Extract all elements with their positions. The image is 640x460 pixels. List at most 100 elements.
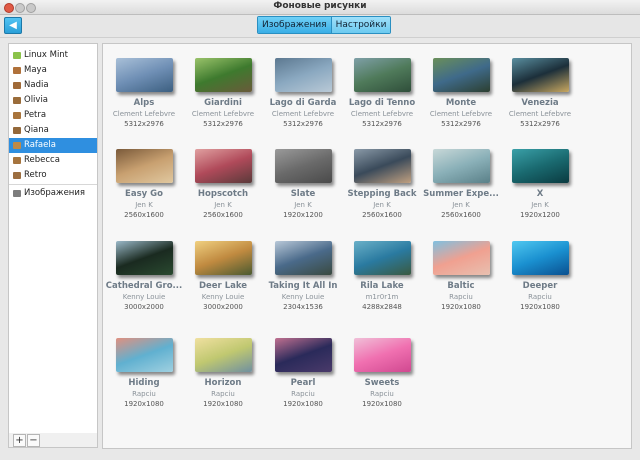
wallpaper-tile[interactable]: Monte Clement Lefebvre 5312x2976 [422, 58, 500, 148]
wallpaper-tile[interactable]: Venezia Clement Lefebvre 5312x2976 [501, 58, 579, 148]
wallpaper-thumbnail[interactable] [354, 241, 411, 275]
folder-image-icon [13, 67, 21, 74]
wallpaper-author: Kenny Louie [281, 293, 325, 301]
wallpaper-tile[interactable]: X Jen K 1920x1200 [501, 149, 579, 239]
wallpaper-tile[interactable]: Summer Expe... Jen K 2560x1600 [422, 149, 500, 239]
wallpaper-author: Jen K [531, 201, 549, 209]
wallpaper-thumbnail[interactable] [116, 241, 173, 275]
sidebar-item-linux-mint[interactable]: Linux Mint [9, 48, 97, 63]
wallpaper-tile[interactable]: Horizon Rapciu 1920x1080 [184, 338, 262, 428]
wallpaper-thumbnail[interactable] [433, 149, 490, 183]
wallpaper-tile[interactable]: Lago di Garda Clement Lefebvre 5312x2976 [264, 58, 342, 148]
sidebar-item-rebecca[interactable]: Rebecca [9, 153, 97, 168]
wallpaper-author: Clement Lefebvre [191, 110, 255, 118]
wallpaper-tile[interactable]: Pearl Rapciu 1920x1080 [264, 338, 342, 428]
wallpaper-name: Deer Lake [198, 281, 248, 291]
wallpaper-thumbnail[interactable] [275, 149, 332, 183]
wallpaper-thumbnail[interactable] [116, 149, 173, 183]
sidebar-item-retro[interactable]: Retro [9, 168, 97, 183]
sidebar-item-rafaela[interactable]: Rafaela [9, 138, 97, 153]
sidebar-item-label: Retro [24, 170, 47, 180]
wallpaper-thumbnail[interactable] [275, 58, 332, 92]
add-folder-button[interactable]: + [13, 434, 26, 447]
wallpaper-thumbnail[interactable] [433, 58, 490, 92]
wallpaper-thumbnail[interactable] [512, 58, 569, 92]
wallpaper-name: Lago di Tenno [348, 98, 416, 108]
sidebar-item-olivia[interactable]: Olivia [9, 93, 97, 108]
back-button[interactable]: ◀ [4, 17, 22, 34]
wallpaper-tile[interactable]: Giardini Clement Lefebvre 5312x2976 [184, 58, 262, 148]
wallpaper-resolution: 1920x1080 [520, 303, 560, 311]
sidebar-item-изображения[interactable]: Изображения [9, 186, 97, 201]
wallpaper-author: Jen K [135, 201, 153, 209]
wallpaper-thumbnail[interactable] [195, 58, 252, 92]
wallpaper-resolution: 5312x2976 [520, 120, 560, 128]
sidebar-item-qiana[interactable]: Qiana [9, 123, 97, 138]
wallpaper-name: Stepping Back [347, 189, 417, 199]
wallpaper-thumbnail[interactable] [195, 241, 252, 275]
wallpaper-resolution: 1920x1080 [283, 400, 323, 408]
sidebar-item-label: Rebecca [24, 155, 60, 165]
tab-images[interactable]: Изображения [258, 17, 331, 33]
wallpaper-resolution: 5312x2976 [124, 120, 164, 128]
wallpaper-thumbnail[interactable] [354, 149, 411, 183]
sidebar-item-label: Linux Mint [24, 50, 69, 60]
wallpaper-tile[interactable]: Hiding Rapciu 1920x1080 [105, 338, 183, 428]
wallpaper-tile[interactable]: Alps Clement Lefebvre 5312x2976 [105, 58, 183, 148]
wallpaper-tile[interactable]: Deeper Rapciu 1920x1080 [501, 241, 579, 331]
sidebar-item-petra[interactable]: Petra [9, 108, 97, 123]
wallpaper-tile[interactable]: Hopscotch Jen K 2560x1600 [184, 149, 262, 239]
wallpaper-tile[interactable]: Rila Lake m1r0r1m 4288x2848 [343, 241, 421, 331]
wallpaper-author: Clement Lefebvre [112, 110, 176, 118]
wallpaper-name: Deeper [522, 281, 558, 291]
wallpaper-tile[interactable]: Taking It All In Kenny Louie 2304x1536 [264, 241, 342, 331]
wallpaper-thumbnail[interactable] [275, 241, 332, 275]
tab-settings[interactable]: Настройки [330, 17, 391, 33]
wallpaper-tile[interactable]: Sweets Rapciu 1920x1080 [343, 338, 421, 428]
wallpaper-resolution: 1920x1200 [283, 211, 323, 219]
wallpaper-tile[interactable]: Deer Lake Kenny Louie 3000x2000 [184, 241, 262, 331]
wallpaper-tile[interactable]: Stepping Back Jen K 2560x1600 [343, 149, 421, 239]
collection-sidebar: Linux Mint Maya Nadia Olivia Petra Qiana Rafae… [8, 43, 98, 434]
remove-folder-button[interactable]: − [27, 434, 40, 447]
wallpaper-thumbnail[interactable] [354, 58, 411, 92]
wallpaper-author: Rapciu [211, 390, 235, 398]
wallpaper-thumbnail[interactable] [354, 338, 411, 372]
wallpaper-thumbnail[interactable] [195, 149, 252, 183]
wallpaper-name: Slate [290, 189, 316, 199]
wallpaper-tile[interactable]: Baltic Rapciu 1920x1080 [422, 241, 500, 331]
wallpaper-resolution: 1920x1080 [362, 400, 402, 408]
wallpaper-author: Rapciu [291, 390, 315, 398]
wallpaper-author: Jen K [373, 201, 391, 209]
sidebar-item-label: Nadia [24, 80, 49, 90]
wallpaper-author: Rapciu [528, 293, 552, 301]
wallpaper-tile[interactable]: Easy Go Jen K 2560x1600 [105, 149, 183, 239]
wallpaper-name: Venezia [521, 98, 559, 108]
wallpaper-thumbnail[interactable] [116, 58, 173, 92]
wallpaper-author: Kenny Louie [201, 293, 245, 301]
wallpaper-name: Horizon [204, 378, 242, 388]
wallpaper-author: Clement Lefebvre [350, 110, 414, 118]
wallpaper-thumbnail[interactable] [195, 338, 252, 372]
sidebar-item-label: Qiana [24, 125, 49, 135]
wallpaper-resolution: 5312x2976 [441, 120, 481, 128]
wallpaper-grid: Alps Clement Lefebvre 5312x2976 Giardini Cle… [102, 43, 632, 449]
arrow-left-icon: ◀ [9, 20, 17, 31]
wallpaper-author: Jen K [452, 201, 470, 209]
wallpaper-tile[interactable]: Slate Jen K 1920x1200 [264, 149, 342, 239]
wallpaper-thumbnail[interactable] [433, 241, 490, 275]
wallpaper-tile[interactable]: Cathedral Gro... Kenny Louie 3000x2000 [105, 241, 183, 331]
sidebar-item-nadia[interactable]: Nadia [9, 78, 97, 93]
sidebar-item-maya[interactable]: Maya [9, 63, 97, 78]
wallpaper-thumbnail[interactable] [512, 149, 569, 183]
window-title: Фоновые рисунки [273, 1, 367, 11]
wallpaper-author: Kenny Louie [122, 293, 166, 301]
wallpaper-thumbnail[interactable] [116, 338, 173, 372]
wallpaper-thumbnail[interactable] [512, 241, 569, 275]
wallpaper-name: Sweets [364, 378, 400, 388]
wallpaper-author: m1r0r1m [365, 293, 399, 301]
wallpaper-resolution: 1920x1080 [441, 303, 481, 311]
wallpaper-tile[interactable]: Lago di Tenno Clement Lefebvre 5312x2976 [343, 58, 421, 148]
title-bar[interactable]: Фоновые рисунки [0, 0, 640, 15]
wallpaper-thumbnail[interactable] [275, 338, 332, 372]
